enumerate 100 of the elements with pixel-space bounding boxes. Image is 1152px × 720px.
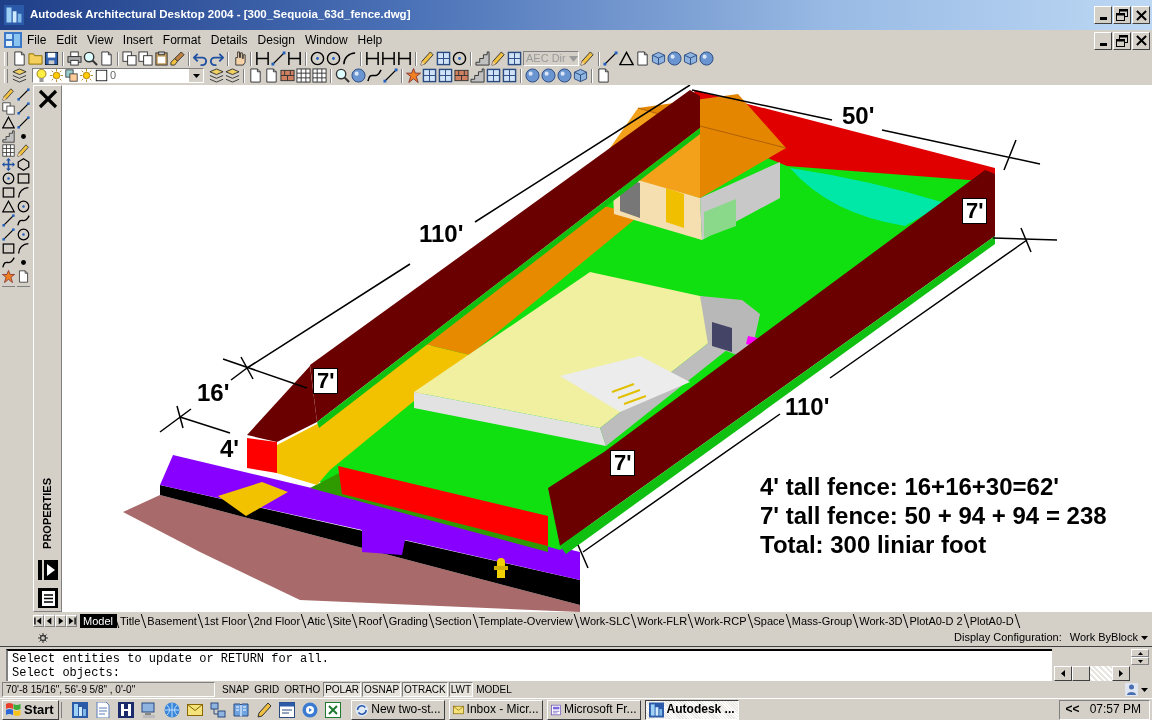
curve-icon[interactable] (367, 68, 382, 83)
start-button[interactable]: Start (2, 699, 59, 720)
line-icon[interactable] (17, 102, 30, 115)
menu-item[interactable]: File (22, 32, 52, 48)
copy-icon[interactable] (138, 51, 153, 66)
layout-tab[interactable]: 2nd Floor (250, 614, 305, 628)
sphere-icon[interactable] (525, 68, 540, 83)
window-icon[interactable] (502, 68, 517, 83)
menu-item[interactable]: Window (299, 32, 353, 48)
menu-item[interactable]: Insert (117, 32, 158, 48)
redo-icon[interactable] (209, 51, 224, 66)
layout-tab[interactable]: PlotA0-D 2 (906, 614, 967, 628)
window-icon[interactable] (486, 68, 501, 83)
circle-icon[interactable] (17, 228, 30, 241)
status-toggle[interactable]: ORTHO (282, 682, 323, 697)
status-toggle[interactable]: LWT (448, 682, 474, 697)
caret-icon[interactable] (192, 73, 200, 78)
envelope-icon[interactable] (186, 701, 203, 718)
close-button[interactable] (1132, 6, 1150, 24)
cube-icon[interactable] (651, 51, 666, 66)
stair-icon[interactable] (475, 51, 490, 66)
menu-item[interactable]: Help (352, 32, 388, 48)
circle-icon[interactable] (2, 172, 15, 185)
sphere-icon[interactable] (351, 68, 366, 83)
person-icon[interactable] (1125, 683, 1138, 696)
arc-icon[interactable] (342, 51, 357, 66)
taskbar-button[interactable]: Microsoft Fr... (546, 699, 641, 720)
command-window[interactable]: Select entities to update or RETURN for all. Select objects: (6, 649, 1052, 681)
taskbar-button[interactable]: Autodesk ... (644, 699, 739, 720)
dimension-icon[interactable] (381, 51, 396, 66)
arc-icon[interactable] (17, 242, 30, 255)
layout-tab[interactable]: PlotA0-D (966, 614, 1018, 628)
pencil-icon[interactable] (255, 701, 272, 718)
bar-triangle-icon[interactable] (36, 559, 59, 581)
layout-tab[interactable]: Work-3D (856, 614, 907, 628)
status-toggle[interactable]: OSNAP (362, 682, 402, 697)
scroll-down-button[interactable] (1131, 657, 1149, 665)
status-toggle[interactable]: GRID (252, 682, 282, 697)
status-toggle[interactable]: SNAP (220, 682, 252, 697)
sphere-icon[interactable] (541, 68, 556, 83)
triangle-icon[interactable] (2, 200, 15, 213)
polygon-icon[interactable] (17, 158, 30, 171)
cube-icon[interactable] (573, 68, 588, 83)
layers-icon[interactable] (209, 68, 224, 83)
list-icon[interactable] (36, 587, 59, 609)
layout-tab[interactable]: Section (431, 614, 476, 628)
h-logo-icon[interactable] (117, 701, 134, 718)
page-icon[interactable] (12, 51, 27, 66)
menu-item[interactable]: Format (157, 32, 206, 48)
rectangle-icon[interactable] (2, 242, 15, 255)
line-icon[interactable] (2, 228, 15, 241)
layout-tab[interactable]: Site (329, 614, 356, 628)
page-icon[interactable] (635, 51, 650, 66)
panes-icon[interactable] (4, 32, 22, 48)
layout-tab[interactable]: Title (116, 614, 145, 628)
line-icon[interactable] (17, 116, 30, 129)
rectangle-icon[interactable] (2, 186, 15, 199)
sphere-icon[interactable] (699, 51, 714, 66)
triangle-icon[interactable] (619, 51, 634, 66)
window-icon[interactable] (507, 51, 522, 66)
copy-icon[interactable] (2, 102, 15, 115)
play-icon[interactable] (301, 701, 318, 718)
layout-tab[interactable]: 1st Floor (200, 614, 251, 628)
computer-icon[interactable] (140, 701, 157, 718)
window-icon[interactable] (278, 701, 295, 718)
grid-icon[interactable] (2, 144, 15, 157)
page-icon[interactable] (264, 68, 279, 83)
dimension-icon[interactable] (397, 51, 412, 66)
layout-tab[interactable]: Model (80, 614, 117, 628)
layers-icon[interactable] (225, 68, 240, 83)
layer-dropdown[interactable]: 0 (32, 68, 204, 83)
star-icon[interactable] (406, 68, 421, 83)
stair-icon[interactable] (470, 68, 485, 83)
status-toggle[interactable]: MODEL (474, 682, 514, 697)
circle-icon[interactable] (17, 200, 30, 213)
window-icon[interactable] (422, 68, 437, 83)
dimension-icon[interactable] (287, 51, 302, 66)
stair-icon[interactable] (2, 130, 15, 143)
clipboard-icon[interactable] (154, 51, 169, 66)
caret-icon[interactable] (1141, 687, 1148, 692)
toolbar-grip[interactable] (4, 68, 8, 83)
dimension-icon[interactable] (255, 51, 270, 66)
magnifier-icon[interactable] (335, 68, 350, 83)
layout-tab[interactable]: Work-RCP (691, 614, 751, 628)
dimension-icon[interactable] (365, 51, 380, 66)
restore-button[interactable] (1113, 6, 1131, 24)
last-arrow-icon[interactable] (66, 615, 77, 627)
arc-icon[interactable] (17, 186, 30, 199)
page-icon[interactable] (248, 68, 263, 83)
menu-item[interactable]: View (82, 32, 118, 48)
layout-tab[interactable]: Work-SLC (576, 614, 635, 628)
window-icon[interactable] (436, 51, 451, 66)
cube-icon[interactable] (683, 51, 698, 66)
status-toggle[interactable]: POLAR (323, 682, 362, 697)
menu-item[interactable]: Design (252, 32, 300, 48)
sphere-icon[interactable] (667, 51, 682, 66)
layout-tab[interactable]: Template-Overview (475, 614, 577, 628)
wall-icon[interactable] (454, 68, 469, 83)
scroll-right-button[interactable] (1112, 666, 1130, 681)
pencil-icon[interactable] (580, 51, 595, 66)
